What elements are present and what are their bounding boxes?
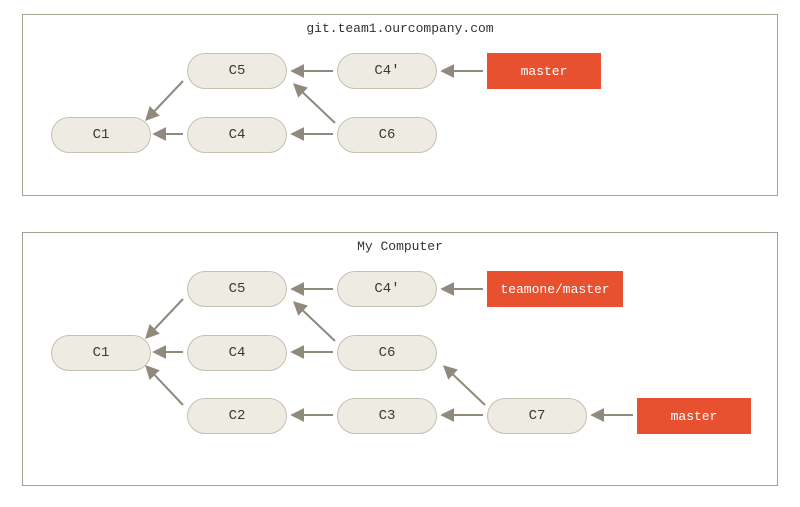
commit-node: C3 [337,398,437,434]
commit-node: C1 [51,117,151,153]
panel-local: My Computer [22,232,778,486]
panel-local-title: My Computer [23,239,777,254]
panel-remote: git.team1.ourcompany.com C1 C5 C4 C4' [22,14,778,196]
commit-node: C4' [337,53,437,89]
commit-node: C2 [187,398,287,434]
commit-node: C6 [337,335,437,371]
ref-teamone-master: teamone/master [487,271,623,307]
panel-remote-title: git.team1.ourcompany.com [23,21,777,36]
commit-node: C4' [337,271,437,307]
commit-node: C1 [51,335,151,371]
commit-node: C6 [337,117,437,153]
ref-master: master [487,53,601,89]
panel-remote-arrows [23,15,779,197]
commit-node: C7 [487,398,587,434]
ref-master: master [637,398,751,434]
commit-node: C4 [187,117,287,153]
commit-node: C4 [187,335,287,371]
commit-node: C5 [187,271,287,307]
commit-node: C5 [187,53,287,89]
